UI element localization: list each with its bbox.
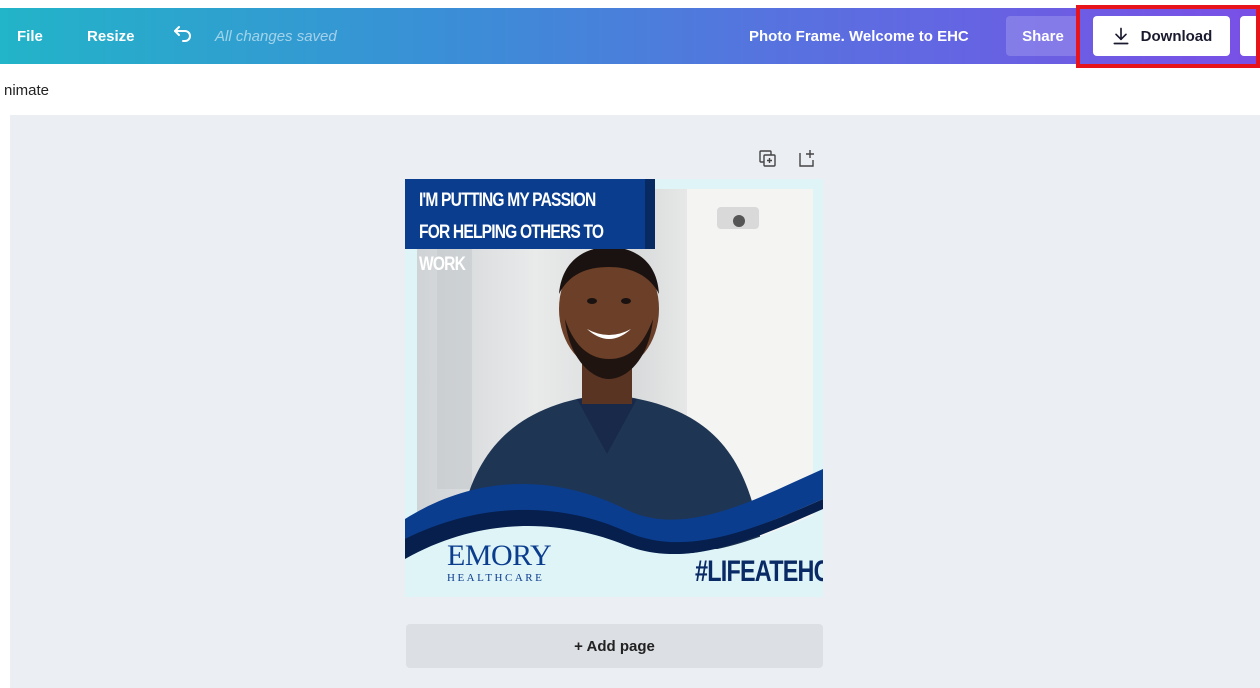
banner-accent [645, 179, 655, 249]
editor-top-bar: File Resize All changes saved Photo Fram… [0, 8, 1260, 64]
share-label: Share [1022, 27, 1064, 45]
add-page-button[interactable]: + Add page [406, 624, 823, 668]
duplicate-page-icon[interactable] [759, 150, 777, 168]
add-page-label: + Add page [574, 637, 655, 655]
animate-button[interactable]: nimate [4, 82, 49, 99]
design-page[interactable]: I'M PUTTING MY PASSION FOR HELPING OTHER… [405, 179, 823, 597]
logo-subtitle: HEALTHCARE [447, 572, 545, 584]
add-page-icon[interactable] [798, 148, 818, 168]
headline-banner[interactable]: I'M PUTTING MY PASSION FOR HELPING OTHER… [405, 179, 655, 275]
undo-icon[interactable] [171, 22, 195, 46]
save-status: All changes saved [215, 27, 337, 45]
hashtag-text[interactable]: #LIFEATEHC [695, 555, 823, 589]
headline-text: I'M PUTTING MY PASSION FOR HELPING OTHER… [419, 190, 604, 275]
logo-wordmark: EMORY [447, 539, 552, 572]
file-menu[interactable]: File [17, 28, 43, 45]
share-button[interactable]: Share [1006, 16, 1080, 56]
resize-button[interactable]: Resize [87, 28, 135, 45]
document-title[interactable]: Photo Frame. Welcome to EHC [749, 28, 969, 45]
download-highlight-box [1076, 5, 1260, 68]
